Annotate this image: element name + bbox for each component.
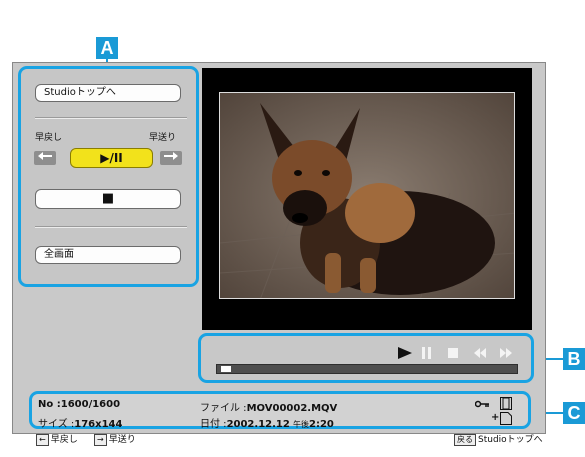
size-label: サイズ : (38, 419, 75, 430)
playbar-rewind-icon[interactable] (474, 348, 486, 358)
playbar-fast-forward-icon[interactable] (500, 348, 512, 358)
key-icon (475, 400, 489, 408)
number-readout: No :1600/1600 (38, 399, 120, 410)
number-label: No : (38, 399, 61, 410)
forward-label: 早送り (149, 133, 177, 143)
divider (35, 226, 187, 228)
playback-bar (198, 333, 534, 383)
number-value: 1600/1600 (60, 399, 121, 410)
date-readout: 日付 :2002.12.12 午後2:20 (200, 415, 334, 430)
date-value: 2002.12.12 (226, 419, 290, 430)
callout-c: C (563, 402, 585, 424)
back-hint[interactable]: 戻る Studioトップへ (454, 432, 543, 446)
file-value: MOV00002.MQV (246, 403, 338, 414)
divider (35, 117, 187, 119)
video-frame-puppy (219, 92, 515, 299)
memory-card-icon (500, 412, 512, 425)
play-pause-button[interactable]: ▶/II (70, 148, 153, 168)
time-value: 2:20 (309, 419, 334, 430)
playbar-play-icon[interactable] (398, 347, 412, 359)
time-prefix: 午後 (293, 420, 310, 429)
rewind-label: 早戻し (35, 133, 63, 143)
size-readout: サイズ :176x144 (38, 415, 122, 430)
date-label: 日付 : (200, 419, 227, 430)
film-icon (500, 397, 512, 410)
fullscreen-button[interactable]: 全画面 (35, 246, 181, 264)
control-panel: Studioトップへ 早戻し 早送り ▶/II ■ 全画面 (18, 66, 199, 287)
left-arrow-key-icon: ← (36, 434, 49, 446)
rewind-arrow-icon[interactable] (34, 151, 56, 165)
callout-b: B (563, 348, 585, 370)
seek-handle[interactable] (220, 366, 231, 372)
forward-arrow-icon[interactable] (160, 151, 182, 165)
back-key: 戻る (454, 434, 476, 446)
playbar-pause-icon[interactable] (421, 347, 433, 359)
callout-a: A (96, 37, 118, 59)
plus-icon: + (491, 412, 500, 423)
rewind-hint[interactable]: ← 早戻し (36, 432, 78, 446)
size-value: 176x144 (74, 419, 123, 430)
studio-top-button[interactable]: Studioトップへ (35, 84, 181, 102)
file-label: ファイル : (200, 403, 247, 414)
forward-hint[interactable]: → 早送り (94, 432, 136, 446)
playbar-stop-icon[interactable] (448, 348, 458, 358)
stop-button[interactable]: ■ (35, 189, 181, 209)
seek-bar[interactable] (216, 364, 518, 374)
stop-icon: ■ (101, 191, 115, 206)
right-arrow-key-icon: → (94, 434, 107, 446)
file-readout: ファイル :MOV00002.MQV (200, 399, 337, 414)
